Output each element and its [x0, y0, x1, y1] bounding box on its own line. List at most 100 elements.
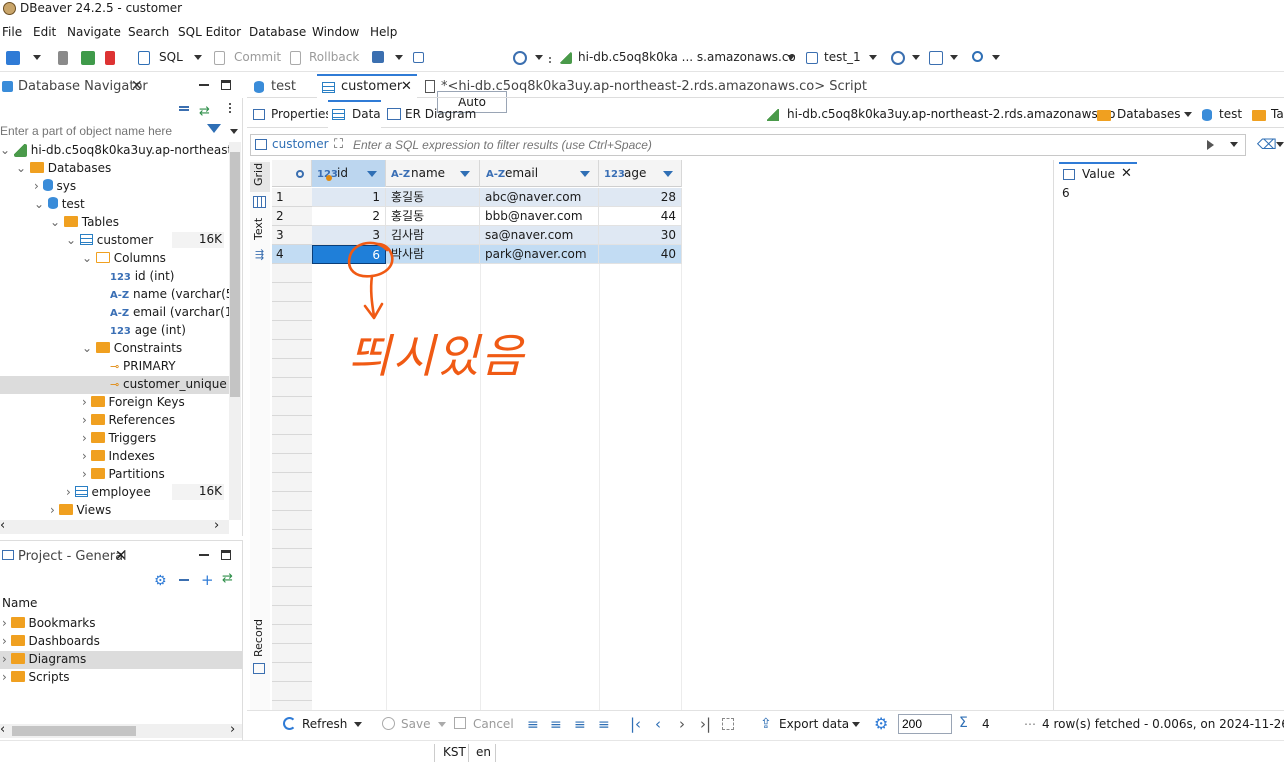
- sort-arrow-icon[interactable]: [460, 171, 470, 177]
- active-schema[interactable]: test_1: [824, 50, 861, 64]
- breadcrumb-databases[interactable]: Databases: [1117, 107, 1181, 121]
- tree-item-customer[interactable]: ⌄ customer: [66, 233, 153, 247]
- search-icon[interactable]: [972, 51, 983, 62]
- settings-gear-icon[interactable]: ⚙: [154, 573, 167, 589]
- save-button[interactable]: Save: [401, 717, 430, 731]
- tree-item-databases[interactable]: ⌄ Databases: [16, 161, 111, 175]
- scroll-right-icon[interactable]: ›: [214, 518, 219, 533]
- chevron-down-icon[interactable]: [1276, 142, 1284, 147]
- tree-item-partitions[interactable]: › Partitions: [82, 467, 165, 481]
- maximize-icon[interactable]: [221, 80, 231, 90]
- previous-page-icon[interactable]: ‹: [655, 715, 661, 733]
- tree-item-views[interactable]: › Views: [50, 503, 111, 517]
- add-row-icon[interactable]: ≡: [550, 717, 562, 733]
- chevron-down-icon[interactable]: [869, 55, 877, 60]
- fetch-size-input[interactable]: [898, 714, 952, 734]
- navigator-horizontal-scrollbar[interactable]: ‹ ›: [0, 518, 229, 534]
- select-all-icon[interactable]: [296, 170, 304, 178]
- tree-item-primary[interactable]: ⊸ PRIMARY: [110, 359, 176, 373]
- menu-window[interactable]: Window: [312, 25, 359, 39]
- tree-item-col-name[interactable]: A-Z name (varchar(50: [110, 287, 229, 301]
- cancel-button[interactable]: Cancel: [473, 717, 514, 731]
- chevron-down-icon[interactable]: [1230, 142, 1238, 147]
- menu-database[interactable]: Database: [249, 25, 306, 39]
- first-page-icon[interactable]: |‹: [630, 715, 641, 733]
- text-mode-tab[interactable]: Text: [252, 218, 265, 240]
- value-tab[interactable]: Value ✕: [1059, 162, 1137, 185]
- edit-row-icon[interactable]: ≡: [527, 717, 539, 733]
- chevron-down-icon[interactable]: [33, 55, 41, 60]
- menu-navigate[interactable]: Navigate: [67, 25, 121, 39]
- menu-help[interactable]: Help: [370, 25, 397, 39]
- record-mode-tab[interactable]: Record: [252, 619, 265, 657]
- chevron-down-icon[interactable]: [230, 129, 238, 134]
- link-editor-icon[interactable]: ⇄: [222, 571, 233, 586]
- value-content[interactable]: 6: [1062, 186, 1070, 200]
- chevron-down-icon[interactable]: [912, 55, 920, 60]
- chevron-down-icon[interactable]: [438, 722, 446, 727]
- minimize-icon[interactable]: [199, 84, 209, 86]
- cell-email[interactable]: bbb@naver.com: [480, 207, 599, 226]
- delete-row-icon[interactable]: ≡: [598, 717, 610, 733]
- scroll-left-icon[interactable]: ‹: [0, 518, 5, 533]
- link-editor-icon[interactable]: ⇄: [199, 104, 210, 119]
- close-icon[interactable]: ✕: [131, 78, 143, 94]
- tree-item-col-email[interactable]: A-Z email (varchar(10: [110, 305, 229, 319]
- sort-arrow-icon[interactable]: [580, 171, 590, 177]
- more-options-icon[interactable]: [229, 103, 231, 105]
- project-item-scripts[interactable]: › Scripts: [2, 670, 70, 684]
- sql-filter-input[interactable]: [353, 136, 1193, 153]
- tree-item-sys[interactable]: › sys: [34, 179, 76, 193]
- close-icon[interactable]: ✕: [401, 79, 412, 94]
- record-mode-icon[interactable]: [253, 663, 265, 674]
- export-data-button[interactable]: Export data: [779, 717, 849, 731]
- tab-customer-active[interactable]: customer ✕: [317, 74, 417, 98]
- add-icon[interactable]: +: [201, 571, 214, 589]
- project-title[interactable]: Project - General: [18, 549, 127, 564]
- cell-email[interactable]: abc@naver.com: [480, 188, 599, 207]
- tree-item-columns[interactable]: ⌄ Columns: [82, 251, 166, 265]
- scrollbar-thumb[interactable]: [12, 726, 136, 736]
- transaction-mode-icon[interactable]: [372, 51, 384, 63]
- grid-icon[interactable]: [253, 196, 266, 208]
- disconnect-icon[interactable]: [105, 51, 115, 65]
- tree-item-references[interactable]: › References: [82, 413, 175, 427]
- cell-age[interactable]: 28: [599, 188, 682, 207]
- tree-item-customer-unique[interactable]: ⊸ customer_unique: [110, 377, 227, 391]
- sort-arrow-icon[interactable]: [367, 171, 377, 177]
- close-icon[interactable]: ✕: [115, 548, 127, 564]
- subtab-data-active[interactable]: Data: [328, 100, 381, 128]
- grid-mode-tab[interactable]: Grid: [250, 162, 270, 192]
- row-number[interactable]: 2: [272, 207, 312, 226]
- sql-button[interactable]: SQL: [159, 50, 183, 64]
- column-header-age[interactable]: 123 age: [599, 160, 682, 187]
- chevron-down-icon[interactable]: [194, 55, 202, 60]
- navigator-vertical-scrollbar[interactable]: [229, 142, 241, 520]
- minimize-icon[interactable]: [199, 554, 209, 556]
- cell-id[interactable]: 2: [312, 207, 386, 226]
- lock-icon[interactable]: [413, 52, 424, 63]
- menu-sql-editor[interactable]: SQL Editor: [178, 25, 241, 39]
- scrollbar-thumb[interactable]: [230, 152, 240, 397]
- menu-file[interactable]: File: [2, 25, 22, 39]
- commit-button[interactable]: Commit: [234, 50, 281, 64]
- scroll-left-icon[interactable]: ‹: [0, 722, 5, 737]
- tab-test[interactable]: test: [271, 79, 296, 94]
- tree-item-col-age[interactable]: 123 age (int): [110, 323, 186, 337]
- navigator-filter-input[interactable]: [0, 122, 200, 140]
- close-icon[interactable]: ✕: [1121, 166, 1132, 181]
- refresh-icon[interactable]: [283, 717, 296, 730]
- tree-item-test[interactable]: ⌄ test: [34, 197, 85, 211]
- table-row[interactable]: 1 1 홍길동 abc@naver.com 28: [272, 188, 682, 207]
- breadcrumb-test[interactable]: test: [1219, 107, 1242, 121]
- tree-item-col-id[interactable]: 123 id (int): [110, 269, 174, 283]
- tree-item-employee[interactable]: › employee: [66, 485, 151, 499]
- column-header-id[interactable]: 123 id: [312, 160, 386, 187]
- cell-name[interactable]: 홍길동: [386, 207, 480, 226]
- export-icon[interactable]: ⇪: [760, 716, 772, 732]
- cell-id[interactable]: 1: [312, 188, 386, 207]
- subtab-properties[interactable]: Properties: [271, 107, 332, 121]
- sql-editor-icon[interactable]: [138, 51, 150, 65]
- sort-arrow-icon[interactable]: [663, 171, 673, 177]
- expand-icon[interactable]: ⛶: [334, 137, 343, 152]
